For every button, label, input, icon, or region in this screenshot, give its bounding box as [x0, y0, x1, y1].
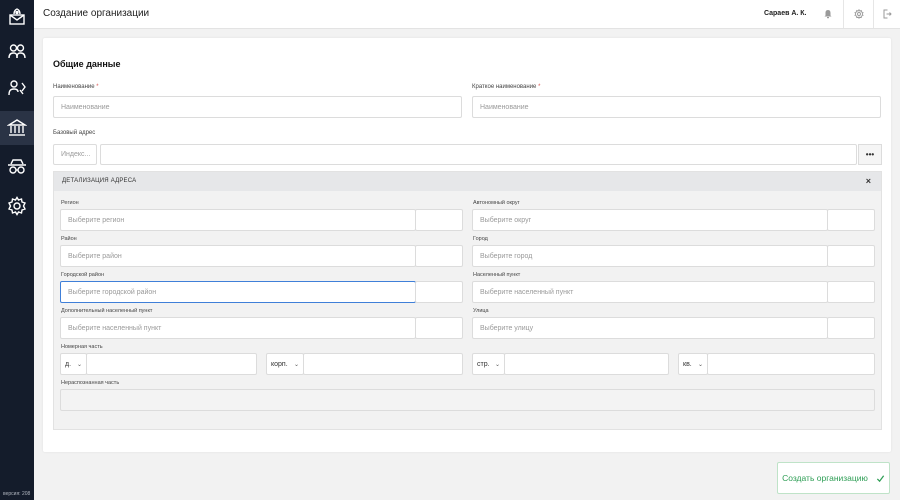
create-organization-button[interactable]: Создать организацию: [777, 462, 890, 494]
corp-type-select[interactable]: корп. ⌄: [266, 353, 304, 375]
settlement-code-input[interactable]: [827, 281, 875, 303]
street-label: Улица: [473, 308, 489, 314]
region-label: Регион: [61, 200, 79, 206]
chevron-down-icon: ⌄: [494, 361, 500, 368]
corp-number-input[interactable]: [303, 353, 463, 375]
section-title: Общие данные: [53, 59, 121, 69]
version-label: версия: 208: [3, 491, 31, 497]
sidebar-item-settings[interactable]: [0, 189, 34, 223]
settlement-label: Населенный пункт: [473, 272, 521, 278]
name-input[interactable]: Наименование: [53, 96, 462, 118]
number-part-label: Номерная часть: [61, 344, 103, 350]
create-organization-label: Создать организацию: [782, 473, 868, 483]
header: Создание организации Сараев А. К.: [34, 0, 900, 29]
building-number-input[interactable]: [504, 353, 669, 375]
base-address-label: Базовый адрес: [53, 130, 96, 136]
okrug-select[interactable]: Выберите округ: [472, 209, 828, 231]
chevron-down-icon: ⌄: [76, 361, 82, 368]
spy-icon: [8, 159, 26, 174]
unparsed-label: Нераспознанная часть: [61, 380, 120, 386]
extra-settlement-select[interactable]: Выберите населенный пункт: [60, 317, 416, 339]
flat-number-input[interactable]: [707, 353, 875, 375]
sidebar-item-agents[interactable]: [0, 150, 34, 184]
settlement-select[interactable]: Выберите населенный пункт: [472, 281, 828, 303]
city-label: Город: [473, 236, 488, 242]
short-name-label: Краткое наименование *: [472, 84, 541, 90]
sidebar-item-organizations[interactable]: [0, 111, 34, 145]
logout-button[interactable]: [872, 0, 900, 28]
district-code-input[interactable]: [415, 245, 463, 267]
address-detail-header: ДЕТАЛИЗАЦИЯ АДРЕСА ×: [54, 172, 881, 191]
city-district-code-input[interactable]: [415, 281, 463, 303]
extra-settlement-code-input[interactable]: [415, 317, 463, 339]
short-name-input[interactable]: Наименование: [472, 96, 881, 118]
street-code-input[interactable]: [827, 317, 875, 339]
close-icon[interactable]: ×: [866, 176, 871, 186]
city-district-select[interactable]: Выберите городской район: [60, 281, 416, 303]
bank-icon: [7, 119, 27, 136]
organization-form-card: Общие данные Наименование * Наименование…: [43, 38, 891, 452]
address-detail-title: ДЕТАЛИЗАЦИЯ АДРЕСА: [62, 178, 137, 184]
address-input[interactable]: [100, 144, 857, 165]
district-select[interactable]: Выберите район: [60, 245, 416, 267]
logo[interactable]: [0, 0, 34, 34]
check-icon: [876, 474, 885, 482]
extra-settlement-label: Дополнительный населенный пункт: [61, 308, 153, 314]
sidebar: версия: 208: [0, 0, 34, 500]
house-type-select[interactable]: д. ⌄: [60, 353, 87, 375]
notifications-button[interactable]: [813, 0, 842, 28]
region-select[interactable]: Выберите регион: [60, 209, 416, 231]
logout-icon: [883, 9, 892, 19]
flat-type-select[interactable]: кв. ⌄: [678, 353, 708, 375]
page-title: Создание организации: [43, 8, 150, 19]
sidebar-item-users[interactable]: [0, 34, 34, 68]
user-name[interactable]: Сараев А. К.: [764, 10, 807, 17]
gear-icon: [8, 196, 26, 216]
city-district-label: Городской район: [61, 272, 105, 278]
region-code-input[interactable]: [415, 209, 463, 231]
user-arrows-icon: [8, 80, 26, 96]
house-number-input[interactable]: [86, 353, 257, 375]
sidebar-item-user-transfer[interactable]: [0, 71, 34, 105]
city-code-input[interactable]: [827, 245, 875, 267]
okrug-label: Автономный округ: [473, 200, 520, 206]
unparsed-input: [60, 389, 875, 411]
bell-icon: [824, 10, 831, 19]
settings-button[interactable]: [844, 0, 873, 28]
district-label: Район: [61, 236, 77, 242]
okrug-code-input[interactable]: [827, 209, 875, 231]
address-more-button[interactable]: •••: [858, 144, 882, 165]
city-select[interactable]: Выберите город: [472, 245, 828, 267]
users-icon: [8, 44, 26, 59]
name-label: Наименование *: [53, 84, 99, 90]
envelope-pin-icon: [9, 8, 25, 25]
gear-icon: [853, 9, 864, 19]
building-type-select[interactable]: стр. ⌄: [472, 353, 505, 375]
postal-index-input[interactable]: Индекс...: [53, 144, 97, 165]
address-detail-panel: ДЕТАЛИЗАЦИЯ АДРЕСА × Регион Выберите рег…: [53, 171, 882, 430]
street-select[interactable]: Выберите улицу: [472, 317, 828, 339]
chevron-down-icon: ⌄: [697, 361, 703, 368]
chevron-down-icon: ⌄: [293, 361, 299, 368]
